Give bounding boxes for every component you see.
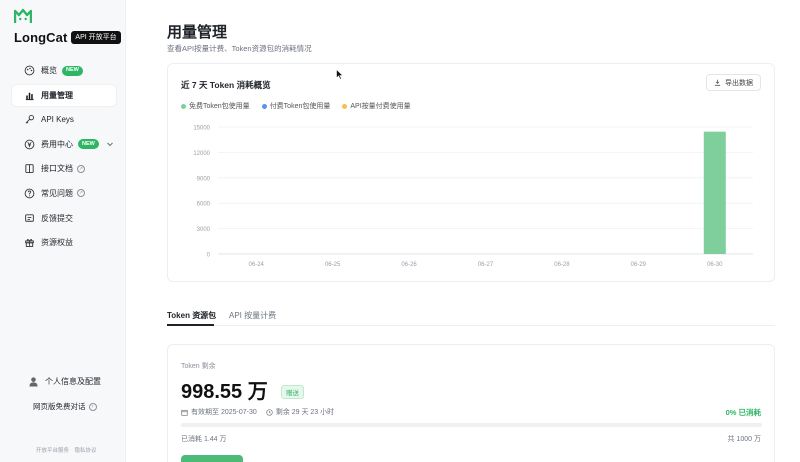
legend-label: 付费Token包使用量 [269,103,331,110]
y-tick-label: 9000 [197,176,211,182]
legend-swatch [181,103,186,109]
y-tick-label: 0 [207,253,211,259]
brand-badge: API 开放平台 [71,31,121,44]
y-tick-label: 15000 [193,126,210,132]
sidebar-item-api-keys[interactable]: API Keys [12,109,116,130]
external-link-icon: ↗ [77,164,85,173]
tab-token-package[interactable]: Token 资源包 [167,310,216,321]
clock-icon [266,408,273,416]
x-tick-label: 06-26 [401,262,417,268]
usage-progress-bar [181,423,762,427]
bar-chart-icon [24,90,35,101]
calendar-icon [181,409,188,416]
sidebar-item-label: 费用中心 [41,139,73,149]
x-tick-label: 06-29 [631,262,647,268]
token-remaining-amount: 998.55 万 [181,381,268,403]
legend-label: 免费Token包使用量 [189,103,250,110]
chevron-down-icon[interactable] [106,140,114,148]
tab-api-payg[interactable]: API 按量计费 [229,310,276,321]
free-chat-link[interactable]: 网页版免费对话 › [33,401,97,412]
sidebar-item-faq[interactable]: 常见问题 ↗ [12,183,116,204]
sidebar-item-docs[interactable]: 接口文档 ↗ [12,158,116,179]
brand-row: LongCat API 开放平台 [14,30,121,45]
footer-links: 开放平台服务 隐私协议 [36,446,97,454]
expiry-text: 有效期至 2025-07-30 [191,409,257,416]
y-tick-label: 12000 [193,151,210,157]
brand-name: LongCat [14,30,68,45]
logo[interactable] [14,8,32,24]
bar [703,131,726,254]
tab-active-indicator [167,324,214,326]
gift-tag: 赠送 [281,385,304,399]
chart-title: 近 7 天 Token 消耗概览 [181,80,271,90]
user-icon [29,377,38,387]
legend-item-paid[interactable]: 付费Token包使用量 [261,101,331,111]
key-icon [24,114,35,125]
arrow-right-icon: › [88,402,97,411]
help-icon [24,188,35,199]
x-tick-label: 06-28 [554,262,570,268]
footer-link-service[interactable]: 开放平台服务 [36,448,69,454]
export-data-button[interactable]: 导出数据 [706,74,761,91]
legend-swatch [342,103,348,109]
y-tick-label: 3000 [197,227,211,233]
gift-icon [24,237,35,248]
external-link-icon: ↗ [77,189,85,198]
free-chat-label: 网页版免费对话 [33,402,86,411]
x-tick-label: 06-27 [478,262,494,268]
sidebar-item-label: API Keys [41,115,74,125]
profile-settings-link[interactable]: 个人信息及配置 [28,376,101,387]
feedback-icon [24,213,35,224]
legend-item-payg[interactable]: API按量付费使用量 [342,101,411,111]
token-remaining-label: Token 剩余 [181,363,216,370]
usage-bar-chart: 0 3000 6000 9000 12000 15000 06-24 06-25 06-26 06… [193,126,753,268]
money-icon [24,139,35,150]
footer-link-privacy[interactable]: 隐私协议 [75,448,97,454]
purchase-button[interactable] [181,455,243,462]
x-tick-label: 06-30 [707,262,723,268]
token-package-card: Token 剩余 998.55 万 赠送 有效期至 2025-07-30 剩余 … [167,344,775,462]
used-amount: 已消耗 1.44 万 [181,436,227,443]
book-icon [24,163,35,174]
chart-legend: 免费Token包使用量 付费Token包使用量 API按量付费使用量 [181,101,423,111]
profile-label: 个人信息及配置 [45,377,101,386]
new-badge: NEW [62,65,83,76]
sidebar: LongCat API 开放平台 概览 NEW 用量管理 API Keys 费用… [0,0,126,462]
main-content: 用量管理 查看API按量计费、Token资源包的消耗情况 近 7 天 Token… [127,0,800,462]
sidebar-item-billing[interactable]: 费用中心 NEW [12,134,116,155]
sidebar-item-overview[interactable]: 概览 NEW [12,60,116,81]
usage-chart-card: 近 7 天 Token 消耗概览 导出数据 免费Token包使用量 付费Toke… [167,63,775,282]
sidebar-item-resources[interactable]: 资源权益 [12,232,116,253]
mouse-cursor-icon [336,69,344,80]
legend-label: API按量付费使用量 [350,103,411,110]
sidebar-item-label: 资源权益 [41,238,73,248]
sidebar-item-label: 概览 [41,66,57,75]
download-icon [714,79,721,86]
page-subtitle: 查看API按量计费、Token资源包的消耗情况 [167,44,312,53]
total-amount: 共 1000 万 [727,436,761,443]
sidebar-item-label: 反馈提交 [41,213,73,223]
remaining-time-text: 剩余 29 天 23 小时 [275,409,335,416]
legend-swatch [261,103,267,109]
used-percentage: 0% 已消耗 [725,408,761,417]
x-tick-label: 06-25 [325,262,341,268]
sidebar-item-feedback[interactable]: 反馈提交 [12,208,116,229]
new-badge: NEW [78,139,99,150]
page-title: 用量管理 [167,24,228,41]
sidebar-item-label: 接口文档 [41,164,73,174]
sidebar-item-label: 用量管理 [41,90,73,100]
export-label: 导出数据 [725,79,753,87]
sidebar-nav: 概览 NEW 用量管理 API Keys 费用中心 NEW 接口文档 ↗ 常见问… [12,60,116,257]
longcat-logo-icon [14,8,32,23]
resource-tabs: Token 资源包 API 按量计费 [167,306,775,326]
sidebar-item-label: 常见问题 [41,188,73,198]
x-tick-label: 06-24 [249,262,265,268]
palette-icon [24,65,35,76]
legend-item-free[interactable]: 免费Token包使用量 [181,101,250,111]
y-tick-label: 6000 [197,202,211,208]
sidebar-item-usage[interactable]: 用量管理 [12,84,116,106]
package-meta: 有效期至 2025-07-30 剩余 29 天 23 小时 [181,407,334,417]
